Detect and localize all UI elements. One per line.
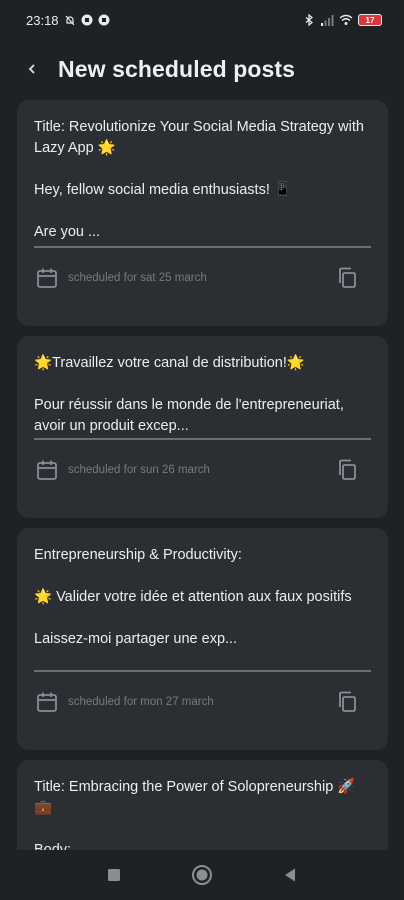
recent-apps-button[interactable] bbox=[94, 855, 134, 895]
post-card[interactable]: Title: Embracing the Power of Solopreneu… bbox=[17, 760, 388, 850]
scheduled-date: scheduled for mon 27 march bbox=[68, 696, 214, 708]
post-text: 🌟Travaillez votre canal de distribution!… bbox=[34, 353, 371, 440]
app-header: New scheduled posts bbox=[0, 46, 404, 92]
copy-icon bbox=[339, 267, 356, 288]
chevron-left-icon bbox=[28, 64, 35, 74]
calendar-icon bbox=[37, 460, 57, 480]
square-icon bbox=[108, 869, 120, 881]
copy-button[interactable] bbox=[335, 690, 359, 714]
post-card[interactable]: Title: Revolutionize Your Social Media S… bbox=[17, 100, 388, 326]
system-nav-bar bbox=[0, 850, 404, 900]
post-footer: scheduled for mon 27 march bbox=[34, 672, 371, 732]
scheduled-posts-list[interactable]: Title: Revolutionize Your Social Media S… bbox=[17, 100, 388, 850]
post-card[interactable]: Entrepreneurship & Productivity: 🌟 Valid… bbox=[17, 528, 388, 750]
status-right: 17 bbox=[303, 14, 382, 26]
copy-icon bbox=[339, 691, 356, 712]
signal-icon bbox=[321, 15, 334, 26]
calendar-icon bbox=[37, 268, 57, 288]
battery-icon: 17 bbox=[358, 14, 382, 26]
status-left: 23:18 bbox=[26, 13, 110, 28]
bluetooth-icon bbox=[305, 14, 313, 26]
post-text: Title: Embracing the Power of Solopreneu… bbox=[34, 779, 356, 850]
app-notification-icon-2 bbox=[98, 14, 110, 26]
system-back-button[interactable] bbox=[270, 855, 310, 895]
copy-icon bbox=[339, 459, 356, 480]
back-button[interactable] bbox=[14, 51, 50, 87]
calendar-icon bbox=[37, 692, 57, 712]
post-footer: scheduled for sun 26 march bbox=[34, 440, 371, 500]
muted-bell-icon bbox=[65, 15, 74, 26]
copy-button[interactable] bbox=[335, 266, 359, 290]
triangle-back-icon bbox=[285, 868, 295, 882]
post-text: Entrepreneurship & Productivity: 🌟 Valid… bbox=[34, 545, 371, 672]
page-title: New scheduled posts bbox=[58, 55, 296, 82]
status-bar: 23:18 17 bbox=[0, 0, 404, 40]
status-time: 23:18 bbox=[26, 12, 59, 28]
scheduled-date: scheduled for sat 25 march bbox=[68, 272, 207, 284]
post-footer: scheduled for sat 25 march bbox=[34, 248, 371, 308]
copy-button[interactable] bbox=[335, 458, 359, 482]
wifi-icon bbox=[339, 14, 353, 25]
post-text: Title: Revolutionize Your Social Media S… bbox=[34, 117, 371, 248]
app-notification-icon bbox=[81, 14, 93, 26]
circle-home-icon bbox=[192, 865, 212, 885]
scheduled-date: scheduled for sun 26 march bbox=[68, 464, 210, 476]
home-button[interactable] bbox=[182, 855, 222, 895]
post-card[interactable]: 🌟Travaillez votre canal de distribution!… bbox=[17, 336, 388, 518]
